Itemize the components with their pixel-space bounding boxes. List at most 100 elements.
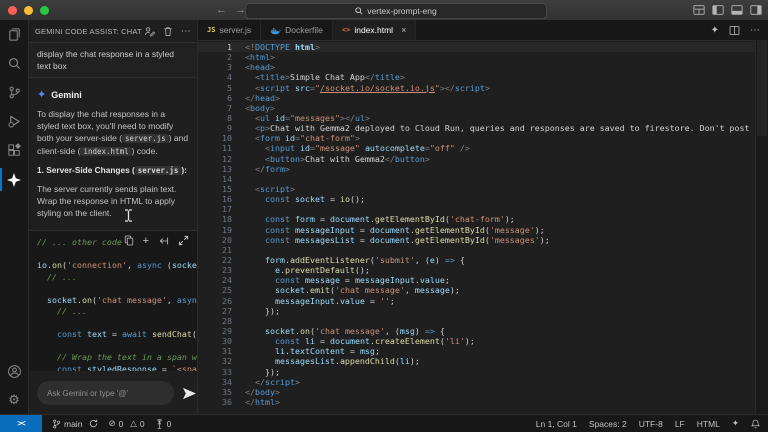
code-line[interactable]: 28 [198,316,756,326]
code-line[interactable]: 21 [198,245,756,255]
code-line[interactable]: 31 li.textContent = msg; [198,346,756,356]
code-line[interactable]: 2 <html> [198,52,756,62]
code-editor[interactable]: 1 <!DOCTYPE html> 2 <html> 3 <head> 4 <title>S… [198,40,756,415]
notifications-bell-icon[interactable] [750,419,761,429]
back-icon[interactable]: ← [216,4,227,16]
code-line[interactable]: 25 socket.emit('chat message', message); [198,285,756,295]
code-line[interactable]: 18 const form = document.getElementById(… [198,214,756,224]
code-line[interactable]: 19 const messageInput = document.getElem… [198,225,756,235]
more-actions-icon[interactable]: ⋯ [181,26,191,37]
minimap-scrollbar[interactable] [755,40,768,415]
code-line[interactable]: 33 }); [198,367,756,377]
search-sidebar-icon[interactable] [0,49,28,78]
code-line[interactable]: 8 <ul id="messages"></ul> [198,113,756,123]
source-control-icon[interactable] [0,78,28,107]
toggle-panel-icon[interactable] [731,4,743,16]
line-number: 7 [227,102,232,113]
gemini-code-assist-icon[interactable] [0,165,28,194]
activity-bar: ⚙ [0,20,29,415]
warnings-icon: △ [130,418,137,429]
send-button[interactable] [182,387,197,400]
javascript-file-icon: JS [207,26,216,34]
tab-server-js[interactable]: JS server.js [198,20,262,40]
toggle-sidebar-icon[interactable] [712,4,724,16]
copy-code-icon[interactable] [124,235,134,246]
feedback-icon[interactable] [144,26,155,37]
line-number: 10 [222,133,232,144]
gemini-status-icon[interactable]: ✦ [732,419,739,429]
code-line[interactable]: 35 </body> [198,387,756,397]
code-line[interactable]: 36 </html> [198,397,756,407]
inline-code-chip: server.js [134,166,182,175]
editor-more-actions-icon[interactable]: ⋯ [750,25,760,36]
close-tab-icon[interactable]: × [401,25,406,35]
extensions-icon[interactable] [0,136,28,165]
code-line[interactable]: 29 socket.on('chat message', (msg) => { [198,326,756,336]
code-line[interactable]: 22 form.addEventListener('submit', (e) =… [198,255,756,265]
user-chat-message: display the chat response in a styled te… [29,42,197,78]
chat-code-line [37,318,197,330]
code-line[interactable]: 1 <!DOCTYPE html> [198,42,756,53]
trash-icon[interactable] [163,26,173,37]
code-line[interactable]: 10 <form id="chat-form"> [198,133,756,143]
code-line[interactable]: 27 }); [198,306,756,316]
chat-input[interactable] [37,381,174,405]
minimize-window-button[interactable] [24,5,33,15]
mouse-cursor [124,209,133,225]
run-debug-icon[interactable] [0,107,28,136]
gemini-editor-icon[interactable]: ✦ [711,25,719,36]
code-line[interactable]: 14 [198,174,756,184]
code-line[interactable]: 20 const messagesList = document.getElem… [198,235,756,245]
code-line[interactable]: 32 messagesList.appendChild(li); [198,356,756,366]
code-line[interactable]: 15 <script> [198,184,756,194]
eol-sequence[interactable]: LF [675,419,685,429]
line-number: 8 [227,112,232,123]
indentation[interactable]: Spaces: 2 [589,419,627,429]
ports-status[interactable]: 0 [155,418,171,429]
code-line[interactable]: 16 const socket = io(); [198,194,756,204]
maximize-window-button[interactable] [40,5,49,15]
code-line[interactable]: 7 <body> [198,103,756,113]
code-line[interactable]: 3 <head> [198,62,756,72]
code-line[interactable]: 23 e.preventDefault(); [198,265,756,275]
cursor-position[interactable]: Ln 1, Col 1 [536,419,577,429]
sync-icon [90,419,98,428]
code-line[interactable]: 9 <p>Chat with Gemma2 deployed to Cloud … [198,123,756,133]
code-line[interactable]: 17 [198,204,756,214]
code-line[interactable]: 11 <input id="message" autocomplete="off… [198,143,756,153]
expand-code-icon[interactable] [178,235,189,246]
customize-layout-icon[interactable] [693,4,705,16]
toggle-secondary-sidebar-icon[interactable] [750,4,762,16]
code-line[interactable]: 26 messageInput.value = ''; [198,296,756,306]
problems-status[interactable]: ⊘ 0 △ 0 [108,419,144,429]
code-line[interactable]: 6 </head> [198,93,756,103]
assistant-heading: 1. Server-Side Changes (server.js): [37,165,187,175]
explorer-icon[interactable] [0,20,28,49]
code-line[interactable]: 12 <button>Chat with Gemma2</button> [198,154,756,164]
insert-into-file-icon[interactable] [158,236,169,246]
line-number: 1 [227,42,232,52]
chat-panel-title: GEMINI CODE ASSIST: CHAT [35,26,142,36]
tab-dockerfile[interactable]: Dockerfile [261,20,333,40]
code-line[interactable]: 13 </form> [198,164,756,174]
close-window-button[interactable] [8,5,17,15]
settings-gear-icon[interactable]: ⚙ [0,386,28,415]
code-line[interactable]: 5 <script src="/socket.io/socket.io.js">… [198,83,756,93]
code-line[interactable]: 4 <title>Simple Chat App</title> [198,72,756,82]
code-line[interactable]: 30 const li = document.createElement('li… [198,336,756,346]
code-line[interactable]: 34 </script> [198,377,756,387]
chat-code-lines: // ... other code io.on('connection', as… [37,237,197,375]
command-center-search[interactable]: vertex-prompt-eng [245,3,547,19]
insert-code-icon[interactable]: + [143,235,149,246]
radio-tower-icon [156,418,162,429]
encoding[interactable]: UTF-8 [639,419,663,429]
split-editor-icon[interactable] [729,25,740,36]
line-number: 17 [222,204,232,215]
git-branch-status[interactable]: main [52,419,98,429]
accounts-icon[interactable] [0,357,28,386]
line-number: 21 [222,244,232,255]
code-line[interactable]: 24 const message = messageInput.value; [198,275,756,285]
tab-index-html[interactable]: <> index.html × [332,20,417,40]
remote-indicator[interactable]: >< [0,415,42,432]
language-mode[interactable]: HTML [697,419,720,429]
